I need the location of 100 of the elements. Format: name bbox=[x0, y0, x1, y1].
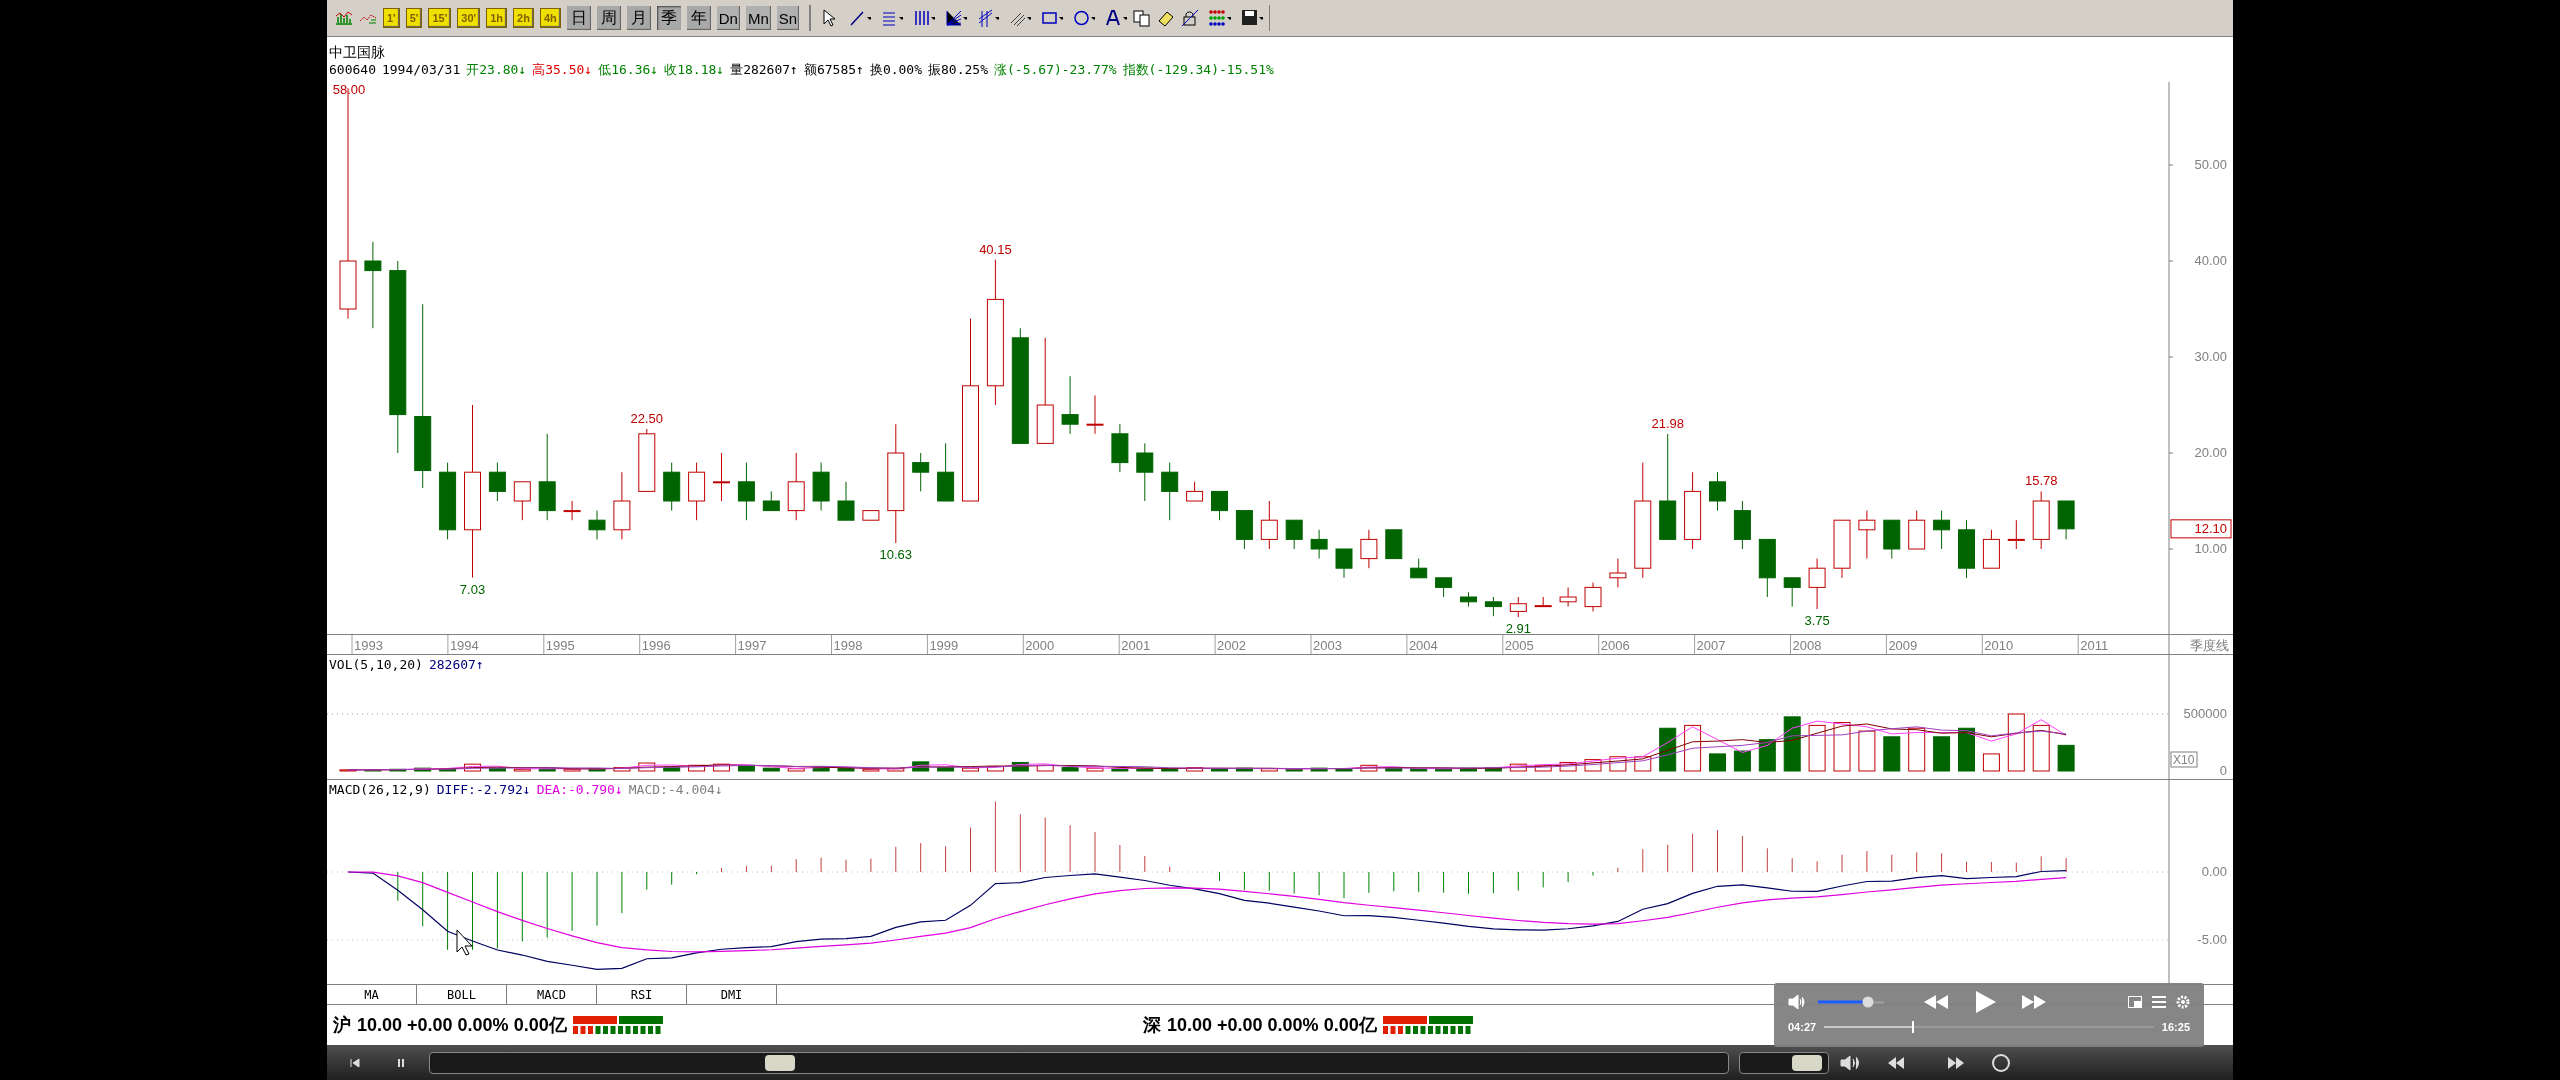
period-button[interactable]: 季 bbox=[656, 6, 681, 30]
period-button[interactable]: 30' bbox=[457, 8, 481, 28]
indicator-tab[interactable]: RSI bbox=[597, 985, 687, 1004]
indicator-tab[interactable]: MA bbox=[327, 985, 417, 1004]
period-button[interactable]: 5' bbox=[405, 8, 423, 28]
settings-icon[interactable] bbox=[2176, 995, 2190, 1009]
period-button[interactable]: 1' bbox=[383, 8, 400, 28]
candlestick bbox=[1908, 510, 1926, 550]
period-label: 季度线 bbox=[2190, 638, 2229, 653]
year-label: 2007 bbox=[1696, 638, 1726, 653]
volume-slider[interactable] bbox=[1739, 1051, 1829, 1074]
market-index-text: 10.00 +0.00 0.00% 0.00亿 bbox=[357, 1013, 567, 1037]
list-icon[interactable] bbox=[2152, 996, 2166, 1008]
progress-slider[interactable] bbox=[1824, 1021, 2154, 1034]
candlestick bbox=[1584, 582, 1602, 612]
skip-back-icon[interactable] bbox=[350, 1057, 360, 1068]
volume-slider[interactable] bbox=[1818, 996, 1884, 1008]
period-button[interactable]: 周 bbox=[596, 6, 621, 30]
candlestick bbox=[1758, 538, 1776, 598]
candlestick bbox=[787, 452, 805, 521]
candlestick bbox=[2057, 500, 2075, 540]
eraser-icon[interactable] bbox=[1157, 9, 1176, 27]
candlestick bbox=[1808, 558, 1826, 610]
year-label: 2004 bbox=[1408, 638, 1438, 653]
period-button[interactable]: 月 bbox=[626, 6, 651, 30]
indicator-tab[interactable]: MACD bbox=[507, 985, 597, 1004]
candlestick bbox=[912, 452, 930, 492]
indicator-value: DEA:-0.790 bbox=[536, 782, 615, 798]
pause-icon[interactable] bbox=[396, 1057, 406, 1068]
quote-field: 指数(-129.34)-15.51% bbox=[1122, 61, 1274, 78]
candlestick bbox=[613, 471, 631, 540]
price-label: 40.15 bbox=[979, 241, 1012, 257]
candlestick bbox=[1559, 586, 1577, 607]
quote-field: 换0.00% bbox=[869, 61, 923, 78]
price-label: 58.00 bbox=[332, 81, 366, 97]
candlestick bbox=[737, 462, 755, 521]
candlestick bbox=[1410, 558, 1428, 579]
rewind-icon[interactable] bbox=[1887, 1056, 1905, 1069]
fast-forward-icon[interactable] bbox=[1947, 1056, 1965, 1069]
period-button[interactable]: 日 bbox=[566, 6, 591, 30]
price-label: 3.75 bbox=[1804, 612, 1830, 628]
candlestick bbox=[1609, 558, 1627, 588]
arrow-indicator: ↓ bbox=[650, 61, 659, 78]
candlestick bbox=[1161, 462, 1179, 521]
candlestick bbox=[1235, 510, 1253, 550]
axis-tick-label: 0 bbox=[2219, 763, 2227, 778]
price-label: 22.50 bbox=[630, 410, 664, 426]
period-button[interactable]: 年 bbox=[686, 6, 711, 30]
indicator-tab[interactable]: BOLL bbox=[417, 985, 507, 1004]
market-breadth-icon bbox=[572, 1016, 663, 1034]
year-label: 1998 bbox=[833, 638, 863, 653]
copy-icon[interactable] bbox=[1133, 9, 1152, 27]
market-breadth-icon bbox=[1382, 1016, 1473, 1034]
candlestick bbox=[1335, 548, 1353, 579]
year-label: 2009 bbox=[1888, 638, 1918, 653]
grid-chart-icon[interactable] bbox=[335, 9, 353, 27]
price-label: 21.98 bbox=[1651, 415, 1684, 431]
axis-tick-label: -5.00 bbox=[2197, 932, 2227, 947]
picture-in-picture-icon[interactable] bbox=[2128, 996, 2142, 1008]
lock-icon[interactable] bbox=[1181, 9, 1200, 27]
candlestick bbox=[1285, 519, 1303, 550]
candlestick bbox=[762, 490, 780, 511]
candlestick bbox=[1360, 529, 1378, 569]
arrow-indicator: ↓ bbox=[714, 782, 723, 798]
axis-tick-label: 10.00 bbox=[2194, 540, 2227, 556]
period-button[interactable]: 1h bbox=[486, 8, 508, 28]
year-label: 2010 bbox=[1984, 638, 2014, 653]
period-button[interactable]: Sn bbox=[776, 6, 800, 30]
candlestick bbox=[713, 452, 730, 502]
period-button[interactable]: 15' bbox=[428, 8, 452, 28]
period-button[interactable]: 2h bbox=[513, 8, 534, 28]
logo-icon[interactable] bbox=[1991, 1052, 2011, 1073]
candlestick bbox=[1833, 519, 1851, 579]
market-label: 深 bbox=[1143, 1013, 1161, 1037]
year-label: 1996 bbox=[641, 638, 671, 653]
arrow-indicator: ↑ bbox=[856, 61, 864, 78]
quote-field: 低16.36 bbox=[598, 61, 651, 78]
candlestick bbox=[1933, 510, 1951, 550]
elapsed-time: 04:27 bbox=[1788, 1020, 1817, 1035]
candlestick bbox=[638, 428, 656, 492]
scrub-bar[interactable] bbox=[429, 1051, 1729, 1074]
axis-tick-label: 500000 bbox=[2183, 706, 2227, 721]
speaker-icon[interactable] bbox=[1839, 1053, 1861, 1072]
candlestick bbox=[1111, 423, 1129, 473]
slider-thumb[interactable] bbox=[1862, 996, 1873, 1008]
slider-thumb[interactable] bbox=[1912, 1021, 1915, 1034]
year-label: 2001 bbox=[1121, 638, 1151, 653]
play-icon[interactable] bbox=[1974, 991, 1996, 1013]
mouse-cursor-icon bbox=[456, 929, 473, 956]
market-label: 沪 bbox=[333, 1013, 351, 1037]
axis-unit-label: X10 bbox=[2173, 753, 2195, 767]
period-button[interactable]: 4h bbox=[539, 8, 561, 28]
period-button[interactable]: Dn bbox=[716, 6, 740, 30]
arrow-indicator: ↑ bbox=[790, 61, 798, 78]
arrow-indicator: ↓ bbox=[584, 61, 593, 78]
candlestick bbox=[1958, 519, 1975, 579]
candlestick bbox=[1509, 596, 1527, 618]
candlestick bbox=[1534, 596, 1552, 608]
indicator-tab[interactable]: DMI bbox=[687, 985, 777, 1004]
period-button[interactable]: Mn bbox=[745, 6, 771, 30]
